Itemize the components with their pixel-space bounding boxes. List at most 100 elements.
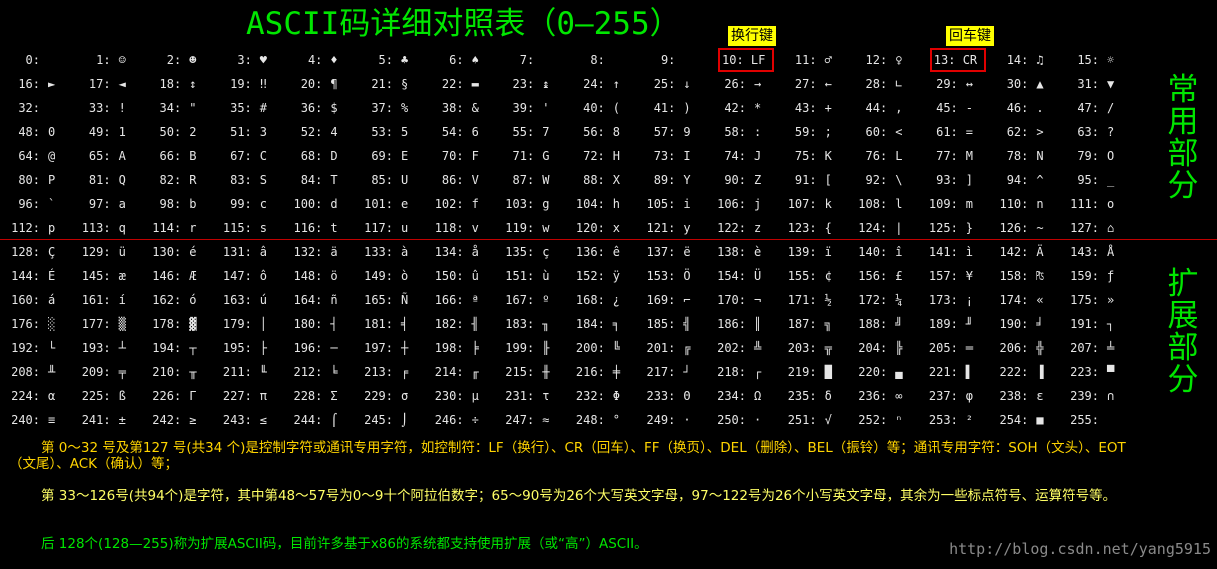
ascii-char: ╓ — [471, 365, 479, 379]
ascii-cell: 163: ú — [212, 288, 282, 312]
ascii-code: 85: — [371, 173, 393, 187]
ascii-char: / — [1107, 101, 1115, 115]
ascii-char: ñ — [330, 293, 338, 307]
ascii-cell: 9: — [635, 48, 705, 72]
ascii-cell: 88: X — [565, 168, 635, 192]
ascii-char: 9 — [683, 125, 691, 139]
ascii-code: 80: — [18, 173, 40, 187]
ascii-char: Ç — [48, 245, 56, 259]
ascii-code: 116: — [293, 221, 323, 235]
ascii-cell: 233: Θ — [635, 384, 705, 408]
ascii-code: 1: — [96, 53, 111, 67]
ascii-char: → — [754, 77, 762, 91]
ascii-char: ↕ — [189, 77, 197, 91]
ascii-char: ^ — [1036, 173, 1044, 187]
ascii-code: 104: — [575, 197, 605, 211]
ascii-cell: 192: └ — [0, 336, 70, 360]
ascii-cell: 134: å — [424, 240, 494, 264]
ascii-cell: 11: ♂ — [777, 48, 847, 72]
ascii-cell: 45: - — [918, 96, 988, 120]
ascii-char: ú — [259, 293, 268, 307]
ascii-char: 1 — [118, 125, 126, 139]
ascii-code: 65: — [88, 149, 111, 163]
ascii-cell: 66: B — [141, 144, 211, 168]
ascii-cell: 113: q — [71, 216, 141, 240]
ascii-char: ï — [824, 245, 832, 259]
ascii-char: h — [612, 197, 621, 211]
ascii-code: 174: — [999, 293, 1029, 307]
ascii-cell: 54: 6 — [424, 120, 494, 144]
ascii-code: 163: — [222, 293, 252, 307]
ascii-code: 141: — [928, 245, 958, 259]
ascii-cell: 115: s — [212, 216, 282, 240]
ascii-code: 213: — [364, 365, 393, 379]
ascii-cell: 229: σ — [353, 384, 423, 408]
ascii-cell: 18: ↕ — [141, 72, 211, 96]
ascii-char: ÷ — [471, 413, 479, 427]
ascii-code: 193: — [81, 341, 111, 355]
ascii-code: 0: — [25, 53, 40, 67]
ascii-cell: 100: d — [282, 192, 352, 216]
ascii-char: p — [48, 221, 56, 235]
ascii-cell: 101: e — [353, 192, 423, 216]
ascii-cell: 193: ┴ — [71, 336, 141, 360]
table-row: 0: 1: ☺ 2: ☻ 3: ♥ 4: ♦ 5: ♣ 6: ♠ 7: 8: 9: 10: LF 11: ♂ 12: ♀… — [0, 48, 1150, 72]
ascii-code: 113: — [81, 221, 111, 235]
ascii-char: x — [612, 221, 621, 235]
ascii-code: 82: — [159, 173, 182, 187]
ascii-code: 103: — [505, 197, 535, 211]
ascii-cell: 17: ◄ — [71, 72, 141, 96]
ascii-code: 142: — [999, 245, 1029, 259]
ascii-char: ╬ — [1036, 341, 1044, 355]
ascii-char: V — [471, 173, 479, 187]
ascii-code: 216: — [575, 365, 605, 379]
ascii-code: 210: — [152, 365, 182, 379]
ascii-cell: 14: ♫ — [988, 48, 1058, 72]
ascii-code: 222: — [999, 365, 1029, 379]
ascii-char: % — [401, 101, 409, 115]
ascii-char: ┌ — [754, 365, 762, 379]
ascii-code: 32: — [18, 101, 40, 115]
ascii-cell: 105: i — [635, 192, 705, 216]
ascii-cell: 146: Æ — [141, 264, 211, 288]
ascii-cell: 8: — [565, 48, 635, 72]
ascii-code: 81: — [88, 173, 111, 187]
ascii-cell: 240: ≡ — [0, 408, 70, 432]
ascii-cell: 110: n — [988, 192, 1058, 216]
ascii-char: ■ — [1036, 413, 1044, 427]
ascii-code: 17: — [88, 77, 111, 91]
ascii-code: 54: — [441, 125, 464, 139]
ascii-cell: 81: Q — [71, 168, 141, 192]
ascii-code: 173: — [928, 293, 958, 307]
ascii-code: 180: — [293, 317, 323, 331]
ascii-code: 112: — [11, 221, 40, 235]
ascii-cell: 53: 5 — [353, 120, 423, 144]
ascii-code: 15: — [1077, 53, 1099, 67]
ascii-char: ╕ — [612, 317, 621, 331]
ascii-code: 12: — [865, 53, 888, 67]
ascii-char: } — [965, 221, 974, 235]
ascii-cell: 24: ↑ — [565, 72, 635, 96]
ascii-cell: 226: Γ — [141, 384, 211, 408]
ascii-char: ≡ — [48, 413, 56, 427]
ascii-code: 96: — [18, 197, 40, 211]
ascii-code: 3: — [237, 53, 252, 67]
ascii-char: u — [401, 221, 409, 235]
highlighted-ascii-cell: 10: LF — [718, 48, 774, 72]
table-row: 192: └ 193: ┴ 194: ┬ 195: ├ 196: ─ 197: ┼ 198: ╞ 199: ╟… — [0, 336, 1150, 360]
ascii-code: 219: — [787, 365, 817, 379]
ascii-code: 167: — [505, 293, 535, 307]
ascii-char: - — [965, 101, 974, 115]
ascii-cell: 129: ü — [71, 240, 141, 264]
note-text: 第 0～32 号及第127 号(共34 个)是控制字符或通讯专用字符，如控制符：… — [9, 440, 1126, 472]
ascii-char: ∟ — [895, 77, 903, 91]
ascii-cell: 20: ¶ — [282, 72, 352, 96]
ascii-char: √ — [824, 413, 832, 427]
ascii-code: 37: — [371, 101, 393, 115]
ascii-code: 5: — [378, 53, 393, 67]
ascii-code: 131: — [222, 245, 252, 259]
ascii-char: ╝ — [895, 317, 903, 331]
ascii-code: 61: — [936, 125, 958, 139]
ascii-cell: 231: τ — [494, 384, 564, 408]
ascii-code: 95: — [1077, 173, 1099, 187]
